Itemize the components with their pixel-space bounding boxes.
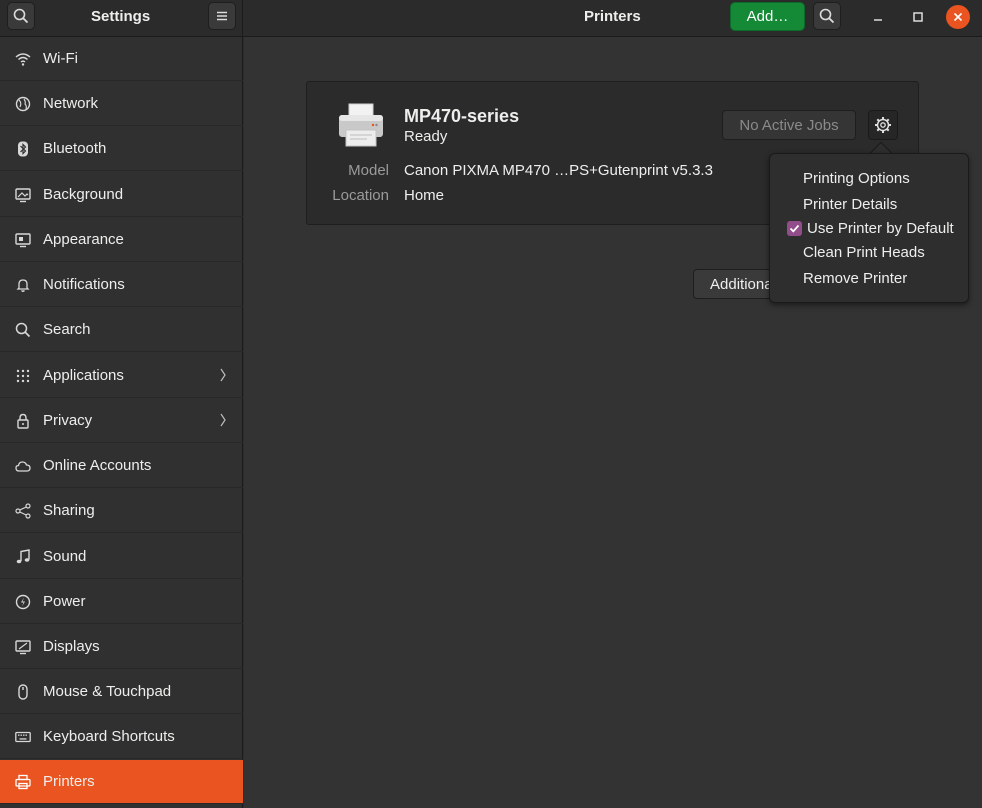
mouse-icon bbox=[14, 683, 32, 701]
active-jobs-button[interactable]: No Active Jobs bbox=[722, 110, 856, 140]
menu-item-use-printer-by-default[interactable]: Use Printer by Default bbox=[807, 220, 954, 237]
sidebar-item-label: Search bbox=[43, 321, 91, 338]
appearance-icon bbox=[14, 231, 32, 249]
sidebar-item-mouse-touchpad[interactable]: Mouse & Touchpad bbox=[0, 670, 243, 714]
sidebar-search-button[interactable] bbox=[7, 2, 35, 30]
search-icon bbox=[819, 8, 835, 24]
lock-icon bbox=[14, 412, 32, 430]
checkmark-icon bbox=[789, 224, 800, 233]
sidebar-item-label: Background bbox=[43, 186, 124, 203]
minimize-button[interactable] bbox=[866, 5, 890, 29]
background-icon bbox=[14, 186, 32, 204]
sidebar-item-online-accounts[interactable]: Online Accounts bbox=[0, 444, 243, 488]
maximize-icon bbox=[913, 12, 923, 22]
sidebar-item-label: Bluetooth bbox=[43, 140, 107, 157]
location-value[interactable]: Home bbox=[404, 187, 444, 204]
minimize-icon bbox=[874, 19, 882, 21]
sidebar-item-sound[interactable]: Sound bbox=[0, 535, 243, 579]
search-icon bbox=[13, 8, 29, 24]
sidebar-item-power[interactable]: Power bbox=[0, 580, 243, 624]
sidebar-item-label: Online Accounts bbox=[43, 457, 152, 474]
printer-status: Ready bbox=[404, 128, 448, 145]
close-button[interactable] bbox=[946, 5, 970, 29]
menu-item-printing-options[interactable]: Printing Options bbox=[803, 170, 910, 187]
sidebar-item-label: Printers bbox=[43, 773, 95, 790]
sidebar-item-keyboard-shortcuts[interactable]: Keyboard Shortcuts bbox=[0, 715, 243, 759]
printer-icon bbox=[14, 773, 32, 791]
printer-options-menu: Printing Options Printer Details Use Pri… bbox=[769, 153, 969, 303]
network-icon bbox=[14, 95, 32, 113]
music-note-icon bbox=[14, 548, 32, 566]
model-label: Model bbox=[348, 162, 389, 179]
default-printer-checkbox[interactable] bbox=[787, 221, 802, 236]
display-icon bbox=[14, 638, 32, 656]
sidebar-item-search[interactable]: Search bbox=[0, 308, 243, 352]
sidebar-item-displays[interactable]: Displays bbox=[0, 625, 243, 669]
sidebar: Wi-Fi Network Bluetooth Background Appea… bbox=[0, 37, 243, 808]
menu-item-printer-details[interactable]: Printer Details bbox=[803, 196, 897, 213]
sidebar-item-label: Privacy bbox=[43, 412, 93, 429]
sidebar-item-label: Power bbox=[43, 593, 86, 610]
sidebar-item-appearance[interactable]: Appearance bbox=[0, 218, 243, 262]
power-icon bbox=[14, 593, 32, 611]
sidebar-item-label: Network bbox=[43, 95, 99, 112]
printer-search-button[interactable] bbox=[813, 2, 841, 30]
sidebar-item-wifi[interactable]: Wi-Fi bbox=[0, 37, 243, 81]
page-title: Printers bbox=[584, 8, 641, 25]
sidebar-item-label: Keyboard Shortcuts bbox=[43, 728, 175, 745]
chevron-right-icon bbox=[220, 413, 226, 427]
location-label: Location bbox=[332, 187, 389, 204]
header-bar: Settings Printers Add… bbox=[0, 0, 982, 37]
printer-settings-button[interactable] bbox=[868, 110, 898, 140]
sidebar-item-background[interactable]: Background bbox=[0, 173, 243, 217]
gear-icon bbox=[875, 117, 891, 133]
maximize-button[interactable] bbox=[906, 5, 930, 29]
share-icon bbox=[14, 502, 32, 520]
search-icon bbox=[14, 321, 32, 339]
sidebar-header: Settings bbox=[0, 0, 243, 37]
hamburger-icon bbox=[217, 11, 227, 21]
grid-icon bbox=[14, 367, 32, 385]
bluetooth-icon bbox=[14, 140, 32, 158]
sidebar-item-label: Displays bbox=[43, 638, 100, 655]
close-icon bbox=[953, 12, 963, 22]
printer-image-icon bbox=[339, 103, 383, 147]
sidebar-item-bluetooth[interactable]: Bluetooth bbox=[0, 127, 243, 171]
sidebar-item-label: Sound bbox=[43, 548, 87, 565]
sidebar-item-label: Appearance bbox=[43, 231, 124, 248]
keyboard-icon bbox=[14, 728, 32, 746]
menu-item-remove-printer[interactable]: Remove Printer bbox=[803, 270, 907, 287]
sidebar-item-label: Mouse & Touchpad bbox=[43, 683, 172, 700]
sidebar-item-label: Applications bbox=[43, 367, 124, 384]
wifi-icon bbox=[14, 50, 32, 68]
sidebar-item-sharing[interactable]: Sharing bbox=[0, 489, 243, 533]
sidebar-item-notifications[interactable]: Notifications bbox=[0, 263, 243, 307]
sidebar-item-printers[interactable]: Printers bbox=[0, 760, 243, 804]
model-value[interactable]: Canon PIXMA MP470 …PS+Gutenprint v5.3.3 bbox=[404, 162, 713, 179]
sidebar-item-applications[interactable]: Applications bbox=[0, 354, 243, 398]
sidebar-item-privacy[interactable]: Privacy bbox=[0, 399, 243, 443]
cloud-icon bbox=[14, 457, 32, 475]
add-printer-button[interactable]: Add… bbox=[730, 2, 805, 31]
settings-title: Settings bbox=[91, 8, 151, 25]
chevron-right-icon bbox=[220, 368, 226, 382]
sidebar-item-label: Sharing bbox=[43, 502, 95, 519]
bell-icon bbox=[14, 276, 32, 294]
sidebar-item-network[interactable]: Network bbox=[0, 82, 243, 126]
menu-button[interactable] bbox=[208, 2, 236, 30]
menu-item-clean-print-heads[interactable]: Clean Print Heads bbox=[803, 244, 925, 261]
sidebar-item-label: Notifications bbox=[43, 276, 125, 293]
sidebar-item-label: Wi-Fi bbox=[43, 50, 78, 67]
printer-name: MP470-series bbox=[404, 106, 520, 126]
